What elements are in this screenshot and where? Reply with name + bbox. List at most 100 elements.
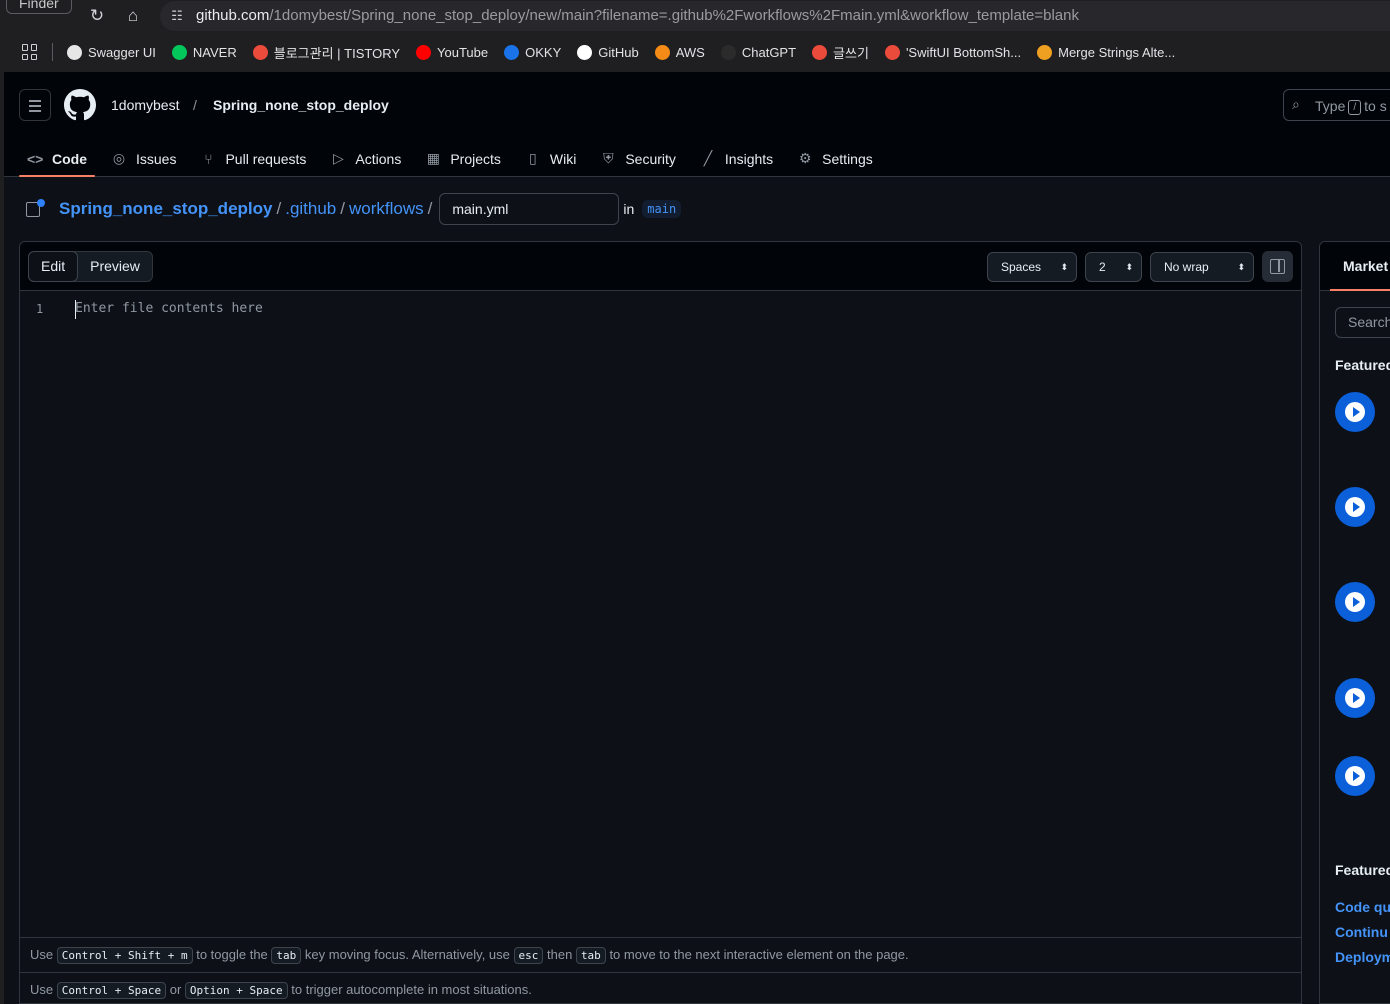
category-link[interactable]: Continu (1335, 924, 1388, 940)
indent-mode-select[interactable]: Spaces ⬍ (987, 252, 1077, 282)
tab-label: Issues (136, 150, 177, 167)
kbd-shortcut: Option + Space (184, 982, 288, 999)
breadcrumb-separator: / (193, 97, 197, 113)
bookmark-favicon-icon (252, 44, 268, 60)
select-arrows-icon: ⬍ (1060, 262, 1068, 272)
tab-wiki[interactable]: ▯ Wiki (517, 140, 584, 177)
bookmark-label: GitHub (598, 44, 639, 60)
filename-input[interactable] (439, 193, 620, 225)
action-play-icon[interactable] (1335, 487, 1375, 527)
marketplace-panel: Market Search Featured Featured Code qu … (1319, 241, 1390, 1004)
bookmark-label: Swagger UI (88, 44, 156, 60)
bookmark-item[interactable]: 'SwiftUI BottomSh... (884, 44, 1022, 60)
keyboard-hint-autocomplete: Use Control + Space or Option + Space to… (20, 972, 1301, 1003)
tab-code[interactable]: <> Code (19, 140, 95, 177)
home-icon[interactable]: ⌂ (122, 5, 144, 27)
bookmark-label: ChatGPT (741, 44, 797, 60)
action-play-icon[interactable] (1335, 392, 1375, 432)
reload-icon[interactable]: ↻ (86, 5, 108, 27)
tab-projects[interactable]: ▦ Projects (417, 140, 509, 177)
window-edge (0, 72, 4, 1004)
book-icon: ▯ (529, 150, 537, 166)
file-path-breadcrumb: Spring_none_stop_deploy / .github / work… (24, 193, 682, 225)
sidebar-expand-icon (1270, 259, 1285, 274)
category-link[interactable]: Deploym (1335, 949, 1390, 965)
path-dir-workflows-link[interactable]: workflows (349, 199, 424, 219)
file-editor: Edit Preview Spaces ⬍ 2 ⬍ No wrap ⬍ 1 Enter… (19, 241, 1302, 1004)
apps-grid-icon[interactable] (22, 44, 38, 60)
bookmark-item[interactable]: OKKY (504, 44, 562, 60)
toggle-sidepanel-button[interactable] (1262, 251, 1293, 282)
bookmark-label: 'SwiftUI BottomSh... (905, 44, 1022, 60)
browser-toolbar: Finder ↻ ⌂ ☷ github.com/1domybest/Spring… (0, 0, 1390, 32)
in-label: in (623, 201, 635, 217)
bookmark-item[interactable]: NAVER (171, 44, 237, 60)
repo-name-link[interactable]: Spring_none_stop_deploy (213, 97, 389, 113)
menu-button[interactable] (19, 89, 51, 121)
text-caret (75, 300, 76, 319)
url-text: github.com/1domybest/Spring_none_stop_de… (196, 7, 1079, 24)
kbd-shortcut: tab (575, 947, 606, 964)
bookmark-favicon-icon (577, 44, 593, 60)
tab-pull-requests[interactable]: ⑂ Pull requests (192, 140, 314, 177)
featured-actions-heading: Featured (1335, 357, 1390, 373)
tab-settings[interactable]: ⚙ Settings (789, 140, 881, 177)
bookmark-favicon-icon (812, 44, 828, 60)
bookmark-item[interactable]: YouTube (416, 44, 488, 60)
bookmark-label: 글쓰기 (833, 45, 869, 61)
tab-security[interactable]: ⛨ Security (592, 140, 684, 177)
issue-icon: ◎ (112, 150, 126, 166)
search-input[interactable]: ⌕ Type / to s (1283, 89, 1390, 121)
preview-tab[interactable]: Preview (78, 252, 152, 281)
category-link[interactable]: Code qu (1335, 899, 1390, 915)
site-settings-icon[interactable]: ☷ (168, 7, 186, 25)
bookmark-item[interactable]: Swagger UI (67, 44, 156, 60)
marketplace-search-input[interactable]: Search (1335, 307, 1390, 338)
tab-label: Pull requests (225, 150, 307, 167)
kbd-shortcut: esc (513, 947, 544, 964)
tab-label: Actions (355, 150, 402, 167)
wrap-mode-select[interactable]: No wrap ⬍ (1150, 252, 1254, 282)
github-logo-icon[interactable] (64, 89, 96, 121)
tab-label: Code (52, 150, 87, 167)
repo-owner-link[interactable]: 1domybest (111, 97, 179, 113)
bookmark-favicon-icon (720, 44, 736, 60)
bookmark-label: AWS (675, 44, 705, 60)
kbd-shortcut: Control + Shift + m (56, 947, 193, 964)
bookmark-label: NAVER (192, 44, 237, 60)
bookmark-favicon-icon (171, 44, 187, 60)
path-dir-github-link[interactable]: .github (285, 199, 336, 219)
marketplace-tab[interactable]: Market (1320, 242, 1390, 291)
action-play-icon[interactable] (1335, 678, 1375, 718)
tab-insights[interactable]: ╱ Insights (692, 140, 781, 177)
bookmark-favicon-icon (67, 44, 82, 60)
bookmark-item[interactable]: AWS (654, 44, 705, 60)
file-tree-toggle-icon[interactable] (24, 199, 45, 219)
kbd-shortcut: Control + Space (56, 982, 167, 999)
action-play-icon[interactable] (1335, 756, 1375, 796)
tab-issues[interactable]: ◎ Issues (103, 140, 184, 177)
tab-label: Projects (450, 150, 501, 167)
address-bar[interactable]: ☷ github.com/1domybest/Spring_none_stop_… (160, 1, 1390, 31)
code-editor-area[interactable]: Enter file contents here (75, 301, 263, 316)
tab-label: Insights (724, 150, 774, 167)
bookmark-favicon-icon (884, 44, 900, 60)
github-header: 1domybest / Spring_none_stop_deploy ⌕ Ty… (0, 72, 1390, 177)
edit-preview-toggle: Edit Preview (28, 251, 153, 282)
bookmark-item[interactable]: 블로그관리 | TISTORY (252, 43, 401, 62)
tab-actions[interactable]: ▷ Actions (322, 140, 409, 177)
action-play-icon[interactable] (1335, 582, 1375, 622)
edit-tab[interactable]: Edit (28, 251, 79, 282)
bookmark-item[interactable]: 글쓰기 (812, 43, 869, 62)
bookmark-label: OKKY (525, 44, 562, 60)
path-repo-link[interactable]: Spring_none_stop_deploy (59, 199, 272, 219)
search-icon: ⌕ (1292, 96, 1300, 112)
bookmark-item[interactable]: ChatGPT (720, 44, 797, 60)
bookmark-label: 블로그관리 | TISTORY (273, 45, 401, 61)
select-arrows-icon: ⬍ (1125, 262, 1133, 272)
bookmark-item[interactable]: Merge Strings Alte... (1037, 44, 1175, 60)
bookmark-item[interactable]: GitHub (577, 44, 639, 60)
bookmarks-bar: Swagger UI NAVER 블로그관리 | TISTORY YouTube OKK… (0, 32, 1390, 72)
indent-size-select[interactable]: 2 ⬍ (1085, 252, 1142, 282)
graph-icon: ╱ (703, 150, 713, 166)
